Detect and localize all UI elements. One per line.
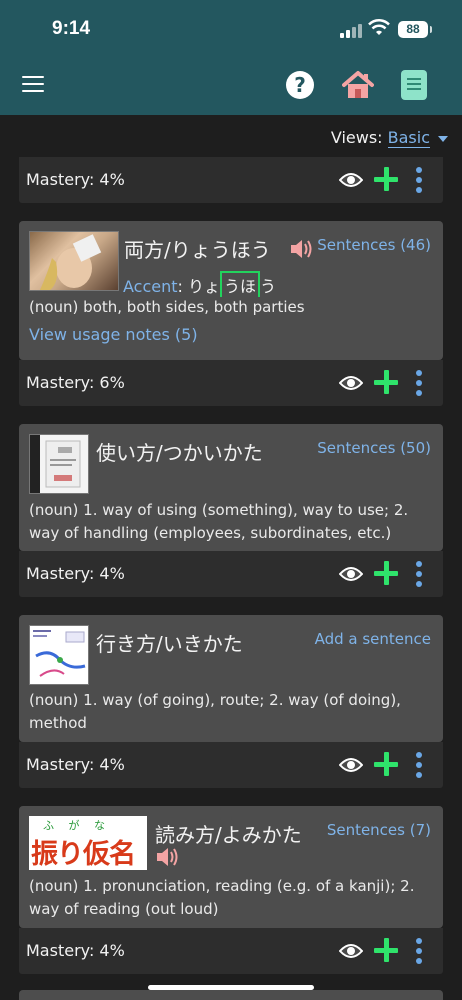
views-selector[interactable]: Views: Basic	[330, 128, 448, 148]
add-sentence-link[interactable]: Add a sentence	[315, 630, 431, 648]
mastery-label: Mastery: 4%	[26, 755, 125, 774]
views-label: Views:	[330, 128, 383, 147]
word-card[interactable]: 行き方/いきかた Add a sentence (noun) 1. way (o…	[19, 615, 443, 742]
mastery-row: Mastery: 4%	[19, 157, 443, 203]
word-thumbnail	[29, 434, 89, 494]
more-options-icon[interactable]	[416, 561, 422, 587]
mastery-row: Mastery: 6%	[19, 360, 443, 406]
caret-down-icon[interactable]	[438, 135, 448, 142]
question-icon[interactable]: ?	[286, 71, 314, 99]
eye-icon[interactable]	[339, 565, 363, 583]
accent-colon: :	[177, 277, 183, 296]
eye-icon[interactable]	[339, 756, 363, 774]
word-card[interactable]: 使い方/つかいかた Sentences (50) (noun) 1. way o…	[19, 424, 443, 551]
word-title: 両方/りょうほう	[124, 238, 271, 262]
book-icon[interactable]	[401, 70, 427, 100]
eye-icon[interactable]	[339, 171, 363, 189]
speaker-icon[interactable]	[289, 238, 313, 260]
mastery-row: Mastery: 4%	[19, 928, 443, 974]
eye-icon[interactable]	[339, 942, 363, 960]
accent-display: Accent: りょ うほう	[123, 271, 276, 297]
views-value[interactable]: Basic	[387, 128, 430, 148]
eye-icon[interactable]	[339, 374, 363, 392]
definition: (noun) 1. pronunciation, reading (e.g. o…	[29, 877, 415, 918]
more-options-icon[interactable]	[416, 938, 422, 964]
word-card	[19, 990, 443, 1000]
thumb-kanji: 振り仮名	[31, 839, 136, 870]
add-plus-icon[interactable]	[374, 561, 398, 585]
mastery-row: Mastery: 4%	[19, 551, 443, 597]
word-thumbnail	[29, 231, 119, 291]
mastery-label: Mastery: 4%	[26, 170, 125, 189]
definition: (noun) 1. way (of going), route; 2. way …	[29, 691, 401, 732]
accent-label[interactable]: Accent	[123, 277, 178, 296]
mastery-label: Mastery: 6%	[26, 373, 125, 392]
accent-kana-before: りょ	[188, 277, 221, 296]
thumb-furigana: ふ が な	[43, 819, 105, 832]
add-plus-icon[interactable]	[374, 167, 398, 191]
word-thumbnail	[29, 625, 89, 685]
add-plus-icon[interactable]	[374, 938, 398, 962]
status-time: 9:14	[52, 18, 91, 39]
add-plus-icon[interactable]	[374, 370, 398, 394]
accent-kana-after: う	[260, 277, 277, 296]
more-options-icon[interactable]	[416, 167, 422, 193]
hamburger-icon[interactable]	[22, 76, 44, 92]
word-card[interactable]: ふ が な 振り仮名 読み方/よみかた Sentences (7) (noun)…	[19, 806, 443, 928]
usage-notes-link[interactable]: View usage notes (5)	[29, 325, 198, 344]
word-card[interactable]: 両方/りょうほう Sentences (46) Accent: りょ うほう (n…	[19, 221, 443, 360]
more-options-icon[interactable]	[416, 370, 422, 396]
home-indicator[interactable]	[148, 985, 314, 990]
mastery-label: Mastery: 4%	[26, 564, 125, 583]
accent-kana-high: うほ	[220, 271, 261, 297]
wifi-icon	[368, 19, 390, 35]
word-thumbnail: ふ が な 振り仮名	[29, 816, 147, 870]
sentences-link[interactable]: Sentences (46)	[317, 236, 431, 254]
cell-signal-icon	[340, 22, 364, 38]
home-icon[interactable]	[342, 70, 374, 100]
definition: (noun) 1. way of using (something), way …	[29, 501, 409, 542]
mastery-label: Mastery: 4%	[26, 941, 125, 960]
mastery-row: Mastery: 4%	[19, 742, 443, 788]
app-header: 9:14 88 ?	[0, 0, 462, 115]
add-plus-icon[interactable]	[374, 752, 398, 776]
word-title: 行き方/いきかた	[96, 632, 243, 656]
more-options-icon[interactable]	[416, 752, 422, 778]
sentences-link[interactable]: Sentences (7)	[327, 821, 431, 839]
speaker-icon[interactable]	[155, 846, 179, 868]
definition: (noun) both, both sides, both parties	[29, 298, 305, 316]
word-title: 読み方/よみかた	[155, 823, 302, 847]
word-title: 使い方/つかいかた	[96, 441, 263, 465]
sentences-link[interactable]: Sentences (50)	[317, 439, 431, 457]
battery-icon: 88	[398, 21, 432, 38]
